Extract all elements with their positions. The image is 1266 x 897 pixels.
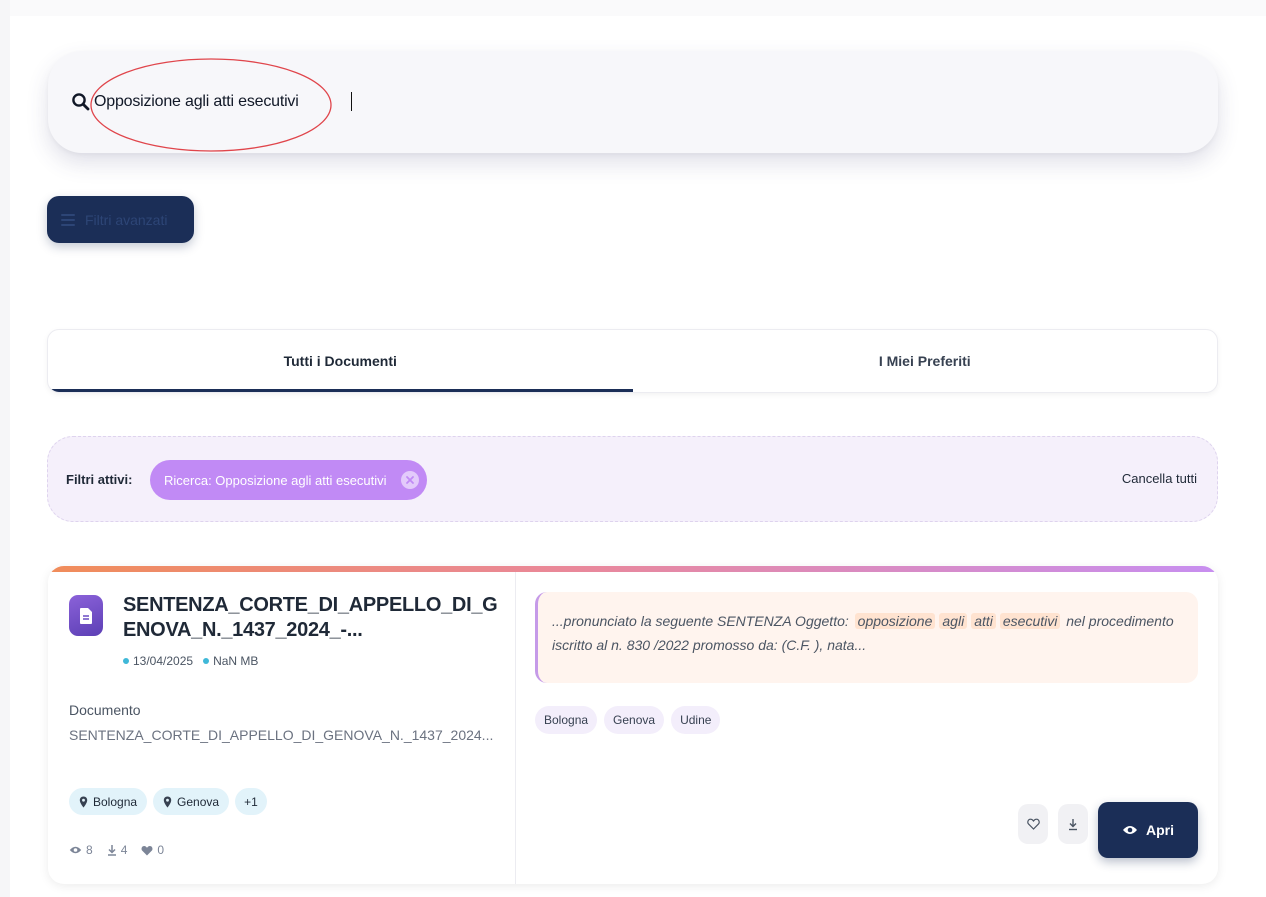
location-tag: Genova [153,788,230,815]
close-icon[interactable] [400,471,419,489]
more-locations-badge[interactable]: +1 [235,788,267,815]
page-top-edge [0,0,1266,16]
heart-icon [141,845,153,855]
favorite-button[interactable] [1018,804,1048,844]
document-stats: 8 4 0 [69,843,164,857]
document-tag: Udine [671,706,721,734]
active-filters-label: Filtri attivi: [66,472,133,487]
document-icon [69,595,103,636]
advanced-filters-button[interactable]: Filtri avanzati [47,196,194,243]
highlight-term: esecutivi [999,613,1061,629]
document-card: SENTENZA_CORTE_DI_APPELLO_DI_GENOVA_N._1… [48,566,1218,884]
views-stat: 8 [69,843,93,857]
search-input[interactable] [94,87,994,117]
download-button[interactable] [1058,804,1088,844]
location-pin-icon [79,796,88,807]
document-tag: Genova [604,706,665,734]
downloads-stat: 4 [107,843,127,857]
likes-stat: 0 [141,843,164,857]
tab-my-favorites[interactable]: I Miei Preferiti [633,330,1218,392]
document-tag: Bologna [535,706,598,734]
tab-all-documents-label: Tutti i Documenti [283,353,397,369]
tab-my-favorites-label: I Miei Preferiti [878,353,971,369]
document-meta: 13/04/2025 NaN MB [123,654,258,668]
open-button-label: Apri [1146,822,1174,838]
text-snippet: ...pronunciato la seguente SENTENZA Ogge… [535,592,1198,683]
document-date: 13/04/2025 [123,654,193,668]
text-caret [351,92,352,111]
location-tag: Bologna [69,788,148,815]
eye-icon [1123,826,1137,834]
search-filter-chip-label: Ricerca: Opposizione agli atti esecutivi [164,472,387,488]
location-pin-icon [163,796,172,807]
highlight-term: opposizione [854,613,936,629]
highlight-term: atti [971,613,996,629]
active-filters-bar: Filtri attivi: Ricerca: Opposizione agli… [47,436,1218,522]
document-title[interactable]: SENTENZA_CORTE_DI_APPELLO_DI_GENOVA_N._1… [123,593,503,643]
search-icon [72,93,90,111]
advanced-filters-label: Filtri avanzati [85,211,168,228]
download-icon [107,845,116,856]
document-type-label: Documento [69,702,141,718]
location-tags: Bologna Genova +1 [69,788,267,815]
filter-lines-icon [61,213,75,226]
document-tags: Bologna Genova Udine [535,706,721,734]
search-bar[interactable] [48,51,1218,153]
card-divider [515,572,516,884]
heart-outline-icon [1026,818,1040,830]
open-button[interactable]: Apri [1098,802,1198,858]
search-filter-chip: Ricerca: Opposizione agli atti esecutivi [150,460,427,500]
document-filename: SENTENZA_CORTE_DI_APPELLO_DI_GENOVA_N._1… [69,727,494,743]
download-icon [1069,818,1077,830]
card-accent-bar [48,566,1218,572]
clear-all-button[interactable]: Cancella tutti [1122,471,1197,486]
document-tabs: Tutti i Documenti I Miei Preferiti [47,329,1218,393]
document-size: NaN MB [203,654,258,668]
highlight-term: agli [939,613,968,629]
tab-all-documents[interactable]: Tutti i Documenti [48,330,633,392]
eye-icon [69,846,82,854]
page-left-edge [0,0,10,897]
